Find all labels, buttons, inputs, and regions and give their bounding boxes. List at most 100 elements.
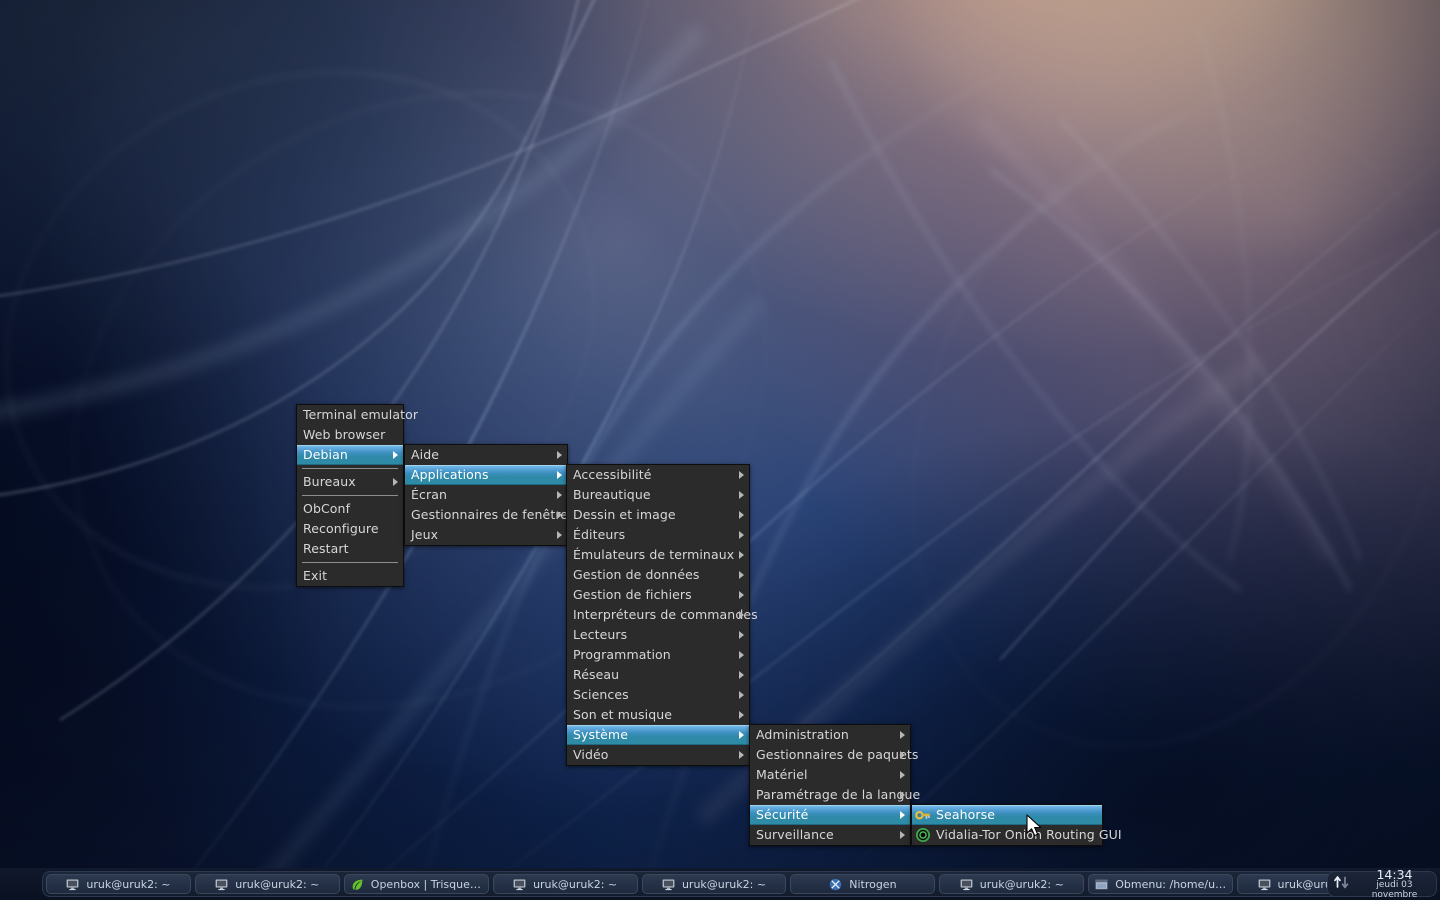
task-list: uruk@uruk2: ~ uruk@uruk2: ~ Openbox | Tris… xyxy=(42,871,1386,897)
taskbar-item[interactable]: uruk@uruk2: ~ xyxy=(492,874,638,894)
taskbar: uruk@uruk2: ~ uruk@uruk2: ~ Openbox | Tris… xyxy=(0,868,1440,900)
menu-item-label: Terminal emulator xyxy=(303,407,419,422)
menu-item-accessibilite[interactable]: Accessibilité xyxy=(567,465,749,485)
menu-item-label: Debian xyxy=(303,447,348,462)
taskbar-item[interactable]: uruk@uruk2: ~ xyxy=(46,874,191,894)
menu-item-bureaux[interactable]: Bureaux xyxy=(297,472,403,492)
menu-item-materiel[interactable]: Matériel xyxy=(750,765,910,785)
onion-icon xyxy=(915,827,931,843)
terminal-icon xyxy=(66,878,79,891)
menu-item-label: Vidalia-Tor Onion Routing GUI xyxy=(936,827,1122,842)
menu-item-jeux[interactable]: Jeux xyxy=(405,525,567,545)
taskbar-item[interactable]: uruk@uruk2: ~ xyxy=(939,874,1085,894)
terminal-icon xyxy=(960,878,973,891)
chevron-right-icon xyxy=(900,791,905,799)
clock[interactable]: 14:34 jeudi 03 novembre xyxy=(1356,868,1436,900)
menu-item-obconf[interactable]: ObConf xyxy=(297,499,403,519)
chevron-right-icon xyxy=(739,611,744,619)
menu-item-gestionnaires-de-fenetres[interactable]: Gestionnaires de fenêtres xyxy=(405,505,575,525)
menu-item-parametrage-de-la-langue[interactable]: Paramétrage de la langue xyxy=(750,785,920,805)
menu-item-sciences[interactable]: Sciences xyxy=(567,685,749,705)
network-updown-icon[interactable] xyxy=(1333,874,1351,894)
chevron-right-icon xyxy=(739,471,744,479)
menu-item-label: Gestion de fichiers xyxy=(573,587,692,602)
menu-item-emulateurs-de-terminaux[interactable]: Émulateurs de terminaux xyxy=(567,545,749,565)
menu-item-label: Interpréteurs de commandes xyxy=(573,607,758,622)
menu-item-surveillance[interactable]: Surveillance xyxy=(750,825,910,845)
terminal-icon xyxy=(662,878,675,891)
menu-item-seahorse[interactable]: Seahorse xyxy=(912,805,1102,825)
window-icon xyxy=(1095,878,1108,891)
menu-item-label: Bureautique xyxy=(573,487,651,502)
taskbar-item[interactable]: uruk@uruk2: ~ xyxy=(194,874,340,894)
menu-item-reconfigure[interactable]: Reconfigure xyxy=(297,519,403,539)
chevron-right-icon xyxy=(739,591,744,599)
menu-item-gestion-de-fichiers[interactable]: Gestion de fichiers xyxy=(567,585,749,605)
menu-item-web-browser[interactable]: Web browser xyxy=(297,425,403,445)
taskbar-item[interactable]: uruk@uruk2: ~ xyxy=(641,874,787,894)
menu-item-label: ObConf xyxy=(303,501,351,516)
securite-submenu[interactable]: Seahorse Vidalia-Tor Onion Routing GUI xyxy=(911,804,1122,846)
menu-item-label: Son et musique xyxy=(573,707,673,722)
chevron-right-icon xyxy=(739,491,744,499)
nitrogen-icon xyxy=(829,878,842,891)
menu-item-terminal-emulator[interactable]: Terminal emulator xyxy=(297,405,418,425)
menu-item-securite[interactable]: Sécurité xyxy=(750,805,910,825)
menu-item-applications[interactable]: Applications xyxy=(405,465,567,485)
clock-date: jeudi 03 novembre xyxy=(1371,880,1418,900)
chevron-right-icon xyxy=(739,731,744,739)
applications-submenu[interactable]: Accessibilité Bureautique Dessin et imag… xyxy=(566,464,758,766)
menu-item-administration[interactable]: Administration xyxy=(750,725,910,745)
menu-item-label: Éditeurs xyxy=(573,527,626,542)
menu-item-programmation[interactable]: Programmation xyxy=(567,645,749,665)
taskbar-item[interactable]: Nitrogen xyxy=(790,874,936,894)
taskbar-item-label: Openbox | Trisquel GN... xyxy=(370,877,482,891)
chevron-right-icon xyxy=(393,451,398,459)
menu-item-vidalia-tor[interactable]: Vidalia-Tor Onion Routing GUI xyxy=(912,825,1122,845)
menu-item-gestionnaires-de-paquets[interactable]: Gestionnaires de paquets xyxy=(750,745,918,765)
chevron-right-icon xyxy=(557,491,562,499)
chevron-right-icon xyxy=(900,831,905,839)
systray-and-clock[interactable]: 14:34 jeudi 03 novembre xyxy=(1327,868,1437,900)
menu-item-restart[interactable]: Restart xyxy=(297,539,403,559)
systeme-submenu[interactable]: Administration Gestionnaires de paquets … xyxy=(749,724,920,846)
menu-item-label: Sciences xyxy=(573,687,629,702)
menu-item-ecran[interactable]: Écran xyxy=(405,485,567,505)
taskbar-item-label: uruk@uruk2: ~ xyxy=(979,877,1064,891)
menu-item-label: Administration xyxy=(756,727,849,742)
menu-item-gestion-de-donnees[interactable]: Gestion de données xyxy=(567,565,749,585)
menu-item-systeme[interactable]: Système xyxy=(567,725,749,745)
chevron-right-icon xyxy=(900,811,905,819)
openbox-root-menu[interactable]: Terminal emulator Web browser Debian Bur… xyxy=(296,404,418,587)
menu-item-son-et-musique[interactable]: Son et musique xyxy=(567,705,749,725)
taskbar-item-label: uruk@uruk2: ~ xyxy=(86,877,171,891)
menu-item-debian[interactable]: Debian xyxy=(297,445,403,465)
menu-item-lecteurs[interactable]: Lecteurs xyxy=(567,625,749,645)
menu-item-label: Gestionnaires de paquets xyxy=(756,747,919,762)
menu-item-aide[interactable]: Aide xyxy=(405,445,567,465)
chevron-right-icon xyxy=(557,531,562,539)
menu-item-interpreteurs-de-commandes[interactable]: Interpréteurs de commandes xyxy=(567,605,758,625)
menu-item-exit[interactable]: Exit xyxy=(297,566,403,586)
menu-separator xyxy=(297,465,403,472)
menu-item-label: Sécurité xyxy=(756,807,809,822)
menu-item-dessin-et-image[interactable]: Dessin et image xyxy=(567,505,749,525)
chevron-right-icon xyxy=(739,551,744,559)
menu-item-label: Aide xyxy=(411,447,440,462)
chevron-right-icon xyxy=(739,511,744,519)
taskbar-item-label: uruk@uruk2: ~ xyxy=(681,877,767,891)
menu-item-label: Gestionnaires de fenêtres xyxy=(411,507,575,522)
menu-item-video[interactable]: Vidéo xyxy=(567,745,749,765)
chevron-right-icon xyxy=(739,531,744,539)
menu-item-label: Matériel xyxy=(756,767,808,782)
chevron-right-icon xyxy=(393,478,398,486)
menu-item-bureautique[interactable]: Bureautique xyxy=(567,485,749,505)
menu-item-reseau[interactable]: Réseau xyxy=(567,665,749,685)
chevron-right-icon xyxy=(739,691,744,699)
menu-item-label: Exit xyxy=(303,568,328,583)
menu-item-label: Lecteurs xyxy=(573,627,628,642)
debian-submenu[interactable]: Aide Applications Écran Gestionnaires de… xyxy=(404,444,575,546)
menu-item-editeurs[interactable]: Éditeurs xyxy=(567,525,749,545)
taskbar-item[interactable]: Obmenu: /home/uruk/.c... xyxy=(1088,874,1234,894)
taskbar-item[interactable]: Openbox | Trisquel GN... xyxy=(343,874,489,894)
